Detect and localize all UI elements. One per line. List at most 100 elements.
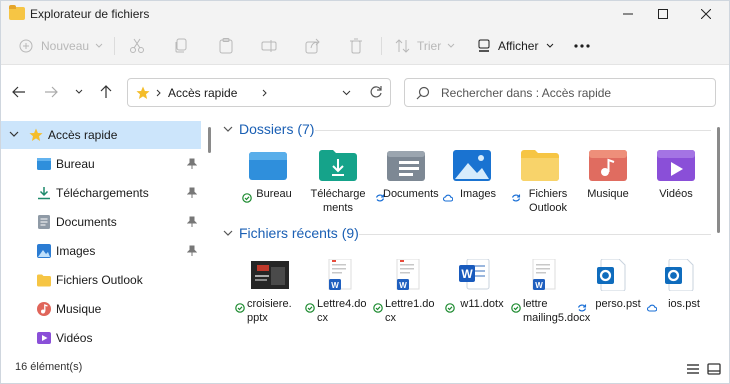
explorer-window: Explorateur de fichiers Nouveau Trier Af…: [0, 0, 730, 384]
arrow-right-icon: [45, 86, 58, 98]
sync-pending-icon: [511, 194, 521, 202]
view-button[interactable]: Afficher: [477, 35, 554, 57]
new-button[interactable]: Nouveau: [19, 35, 103, 57]
delete-button[interactable]: [348, 35, 364, 57]
music-folder-icon: [589, 150, 627, 181]
chevron-down-icon: [75, 89, 83, 94]
recent-locations-button[interactable]: [71, 84, 87, 100]
download-icon: [38, 187, 50, 200]
sort-icon: [395, 39, 410, 53]
section-title: Fichiers récents (9): [239, 225, 359, 241]
up-button[interactable]: [98, 84, 114, 100]
section-divider: [315, 130, 711, 131]
details-view-icon[interactable]: [686, 363, 700, 375]
documents-folder-icon: [38, 215, 50, 229]
plus-circle-icon: [19, 39, 33, 53]
tile-label: lettre mailing5.docx: [523, 298, 591, 324]
pin-icon: [187, 187, 197, 198]
copy-icon: [175, 38, 187, 53]
svg-text:W: W: [331, 281, 339, 290]
tile-label: Musique: [587, 188, 629, 200]
address-dropdown-icon: [342, 90, 351, 96]
tile-label: Vidéos: [659, 188, 693, 200]
word-template-icon: W: [459, 259, 490, 290]
star-icon: [136, 86, 150, 99]
breadcrumb-location[interactable]: Accès rapide: [168, 86, 237, 100]
sidebar-item-fichiers-outlook[interactable]: Fichiers Outlook: [1, 266, 201, 294]
synced-check-icon: [305, 303, 315, 313]
tile-label: perso.pst: [595, 298, 641, 310]
section-header-recent-files[interactable]: Fichiers récents (9): [223, 225, 359, 241]
content-scrollbar[interactable]: [717, 127, 720, 233]
tile-label: w11.dotx: [460, 298, 504, 310]
chevron-down-icon: [223, 230, 233, 236]
svg-text:W: W: [461, 267, 473, 281]
close-icon: [701, 9, 711, 19]
status-bar: 16 élément(s): [1, 355, 729, 383]
tile-label: ios.pst: [668, 298, 700, 310]
sort-button[interactable]: Trier: [395, 35, 455, 57]
paste-button[interactable]: [218, 35, 234, 57]
tiles-view-icon[interactable]: [707, 363, 721, 375]
new-label: Nouveau: [41, 39, 90, 53]
sidebar-item-acces-rapide[interactable]: Accès rapide: [1, 121, 201, 149]
trash-icon: [350, 38, 362, 54]
sidebar-item-label: Téléchargements: [56, 186, 149, 200]
word-document-thumbnail-icon: W: [328, 259, 352, 290]
view-icon: [478, 39, 490, 52]
sidebar-item-bureau[interactable]: Bureau: [1, 150, 201, 178]
item-count: 16 élément(s): [15, 361, 83, 373]
sidebar-item-telechargements[interactable]: Téléchargements: [1, 179, 201, 207]
tile-label: Documents: [383, 188, 439, 200]
cut-button[interactable]: [129, 35, 145, 57]
search-box[interactable]: Rechercher dans : Accès rapide: [404, 78, 716, 107]
maximize-icon: [658, 9, 668, 19]
share-icon: [305, 38, 320, 54]
download-folder-icon: [319, 150, 357, 181]
breadcrumb-chevron-icon: [262, 89, 267, 97]
back-button[interactable]: [11, 84, 27, 100]
outlook-data-file-icon: [597, 259, 626, 291]
chevron-down-icon: [223, 126, 233, 132]
maximize-button[interactable]: [646, 1, 680, 27]
tile-label: Téléchargements: [310, 188, 366, 214]
chevron-down-icon: [447, 43, 455, 48]
tile-label: Lettre1.docx: [385, 298, 435, 324]
pin-icon: [187, 245, 197, 256]
minimize-button[interactable]: [611, 1, 645, 27]
word-document-thumbnail-icon: W: [532, 259, 556, 290]
command-bar: Nouveau Trier Afficher: [1, 27, 729, 65]
documents-folder-icon: [387, 151, 425, 181]
rename-button[interactable]: [261, 35, 277, 57]
sidebar-scrollbar[interactable]: [208, 127, 211, 153]
breadcrumb-chevron-icon: [156, 89, 161, 97]
tile-label: Bureau: [256, 188, 292, 200]
sidebar-item-label: Documents: [56, 215, 117, 229]
sidebar-item-images[interactable]: Images: [1, 237, 201, 265]
sidebar-item-label: Fichiers Outlook: [56, 273, 143, 287]
more-icon: [574, 44, 590, 48]
content-pane: Dossiers (7) Bureau Téléchargements Docu…: [215, 119, 729, 355]
sidebar-item-videos[interactable]: Vidéos: [1, 324, 201, 352]
section-header-folders[interactable]: Dossiers (7): [223, 121, 314, 137]
svg-text:W: W: [535, 281, 543, 290]
share-button[interactable]: [305, 35, 321, 57]
navigation-pane: Accès rapide Bureau Téléchargements Docu…: [1, 119, 215, 355]
more-options-button[interactable]: [573, 35, 591, 57]
copy-button[interactable]: [173, 35, 189, 57]
close-button[interactable]: [689, 1, 723, 27]
sidebar-item-label: Images: [56, 244, 96, 258]
sidebar-item-musique[interactable]: Musique: [1, 295, 201, 323]
search-placeholder: Rechercher dans : Accès rapide: [441, 86, 612, 100]
address-bar[interactable]: Accès rapide: [127, 78, 391, 107]
word-document-thumbnail-icon: W: [396, 259, 420, 290]
star-icon: [29, 128, 43, 141]
folder-icon: [521, 150, 559, 181]
forward-button[interactable]: [43, 84, 59, 100]
folder-icon: [37, 274, 51, 287]
sidebar-item-documents[interactable]: Documents: [1, 208, 201, 236]
window-title: Explorateur de fichiers: [30, 7, 150, 21]
address-row: Accès rapide Rechercher dans : Accès rap…: [1, 65, 729, 119]
tile-label: croisiere.pptx: [247, 298, 292, 324]
svg-text:W: W: [399, 281, 407, 290]
